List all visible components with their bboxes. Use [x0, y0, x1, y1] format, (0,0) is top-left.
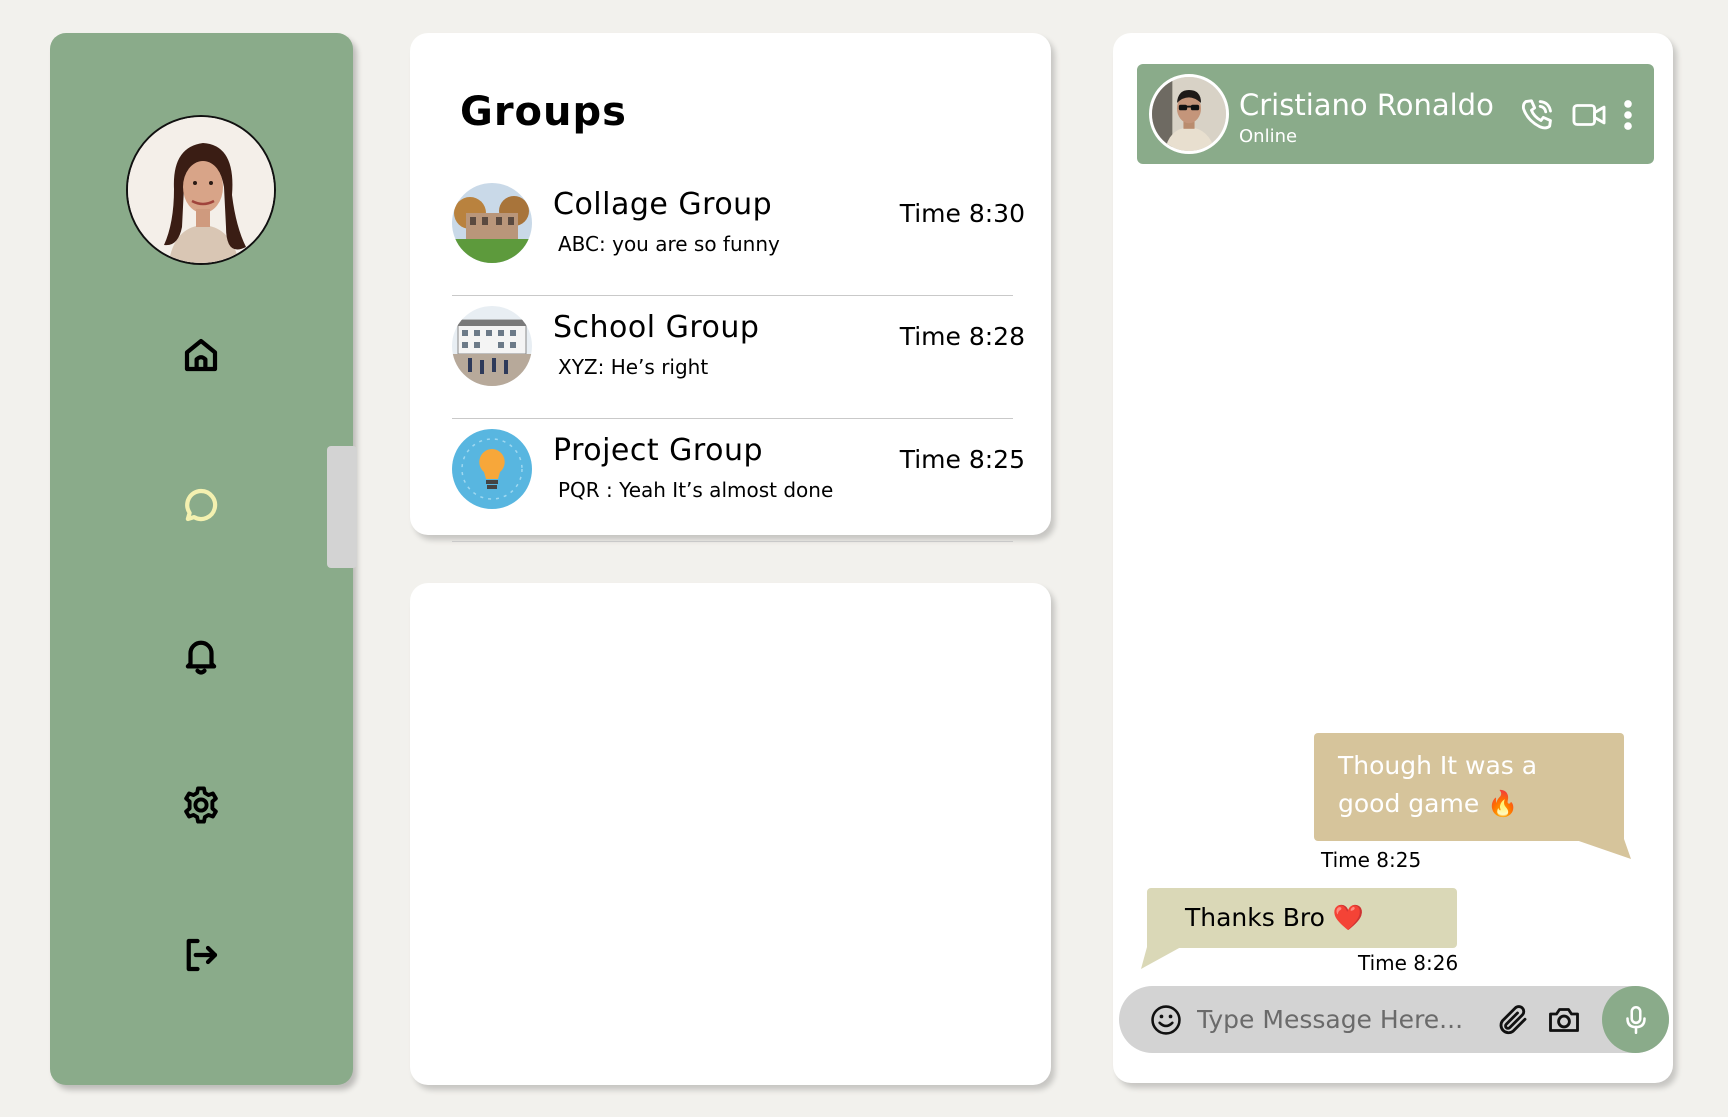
group-item-project[interactable]: Project Group PQR : Yeah It’s almost don…	[452, 419, 1025, 542]
empty-panel	[410, 583, 1051, 1085]
sidebar-scroll-handle[interactable]	[327, 446, 357, 568]
message-input[interactable]	[1197, 998, 1467, 1040]
group-time: Time 8:28	[899, 322, 1025, 351]
group-item-school[interactable]: School Group XYZ: He’s right Time 8:28	[452, 296, 1025, 419]
sidebar-item-chats[interactable]	[176, 480, 226, 530]
group-name: Project Group	[553, 433, 764, 468]
groups-title: Groups	[460, 89, 627, 135]
emoji-button[interactable]	[1149, 1003, 1183, 1037]
chat-panel: Cristiano Ronaldo Online Though It was a…	[1113, 33, 1673, 1083]
groups-panel: Groups Collage Group ABC: you are so fun…	[410, 33, 1051, 542]
group-avatar	[452, 306, 532, 386]
contact-name: Cristiano Ronaldo	[1239, 88, 1494, 122]
message-time: Time 8:25	[1321, 848, 1422, 872]
group-time: Time 8:30	[899, 199, 1025, 228]
group-last-message: PQR : Yeah It’s almost done	[558, 478, 834, 502]
gear-icon	[184, 786, 218, 824]
sidebar	[50, 33, 357, 1085]
profile-avatar-image	[128, 117, 274, 263]
contact-status: Online	[1239, 126, 1298, 147]
group-item-collage[interactable]: Collage Group ABC: you are so funny Time…	[452, 173, 1025, 296]
group-name: School Group	[553, 310, 760, 345]
smiley-icon	[1151, 1005, 1181, 1035]
message-bubble-outgoing: Though It was a good game 🔥	[1314, 733, 1624, 841]
camera-icon	[1549, 1008, 1579, 1032]
group-last-message: ABC: you are so funny	[558, 232, 780, 256]
group-time: Time 8:25	[899, 445, 1025, 474]
phone-icon	[1521, 99, 1552, 130]
chat-header: Cristiano Ronaldo Online	[1137, 64, 1654, 164]
voice-message-button[interactable]	[1602, 986, 1669, 1053]
video-icon	[1572, 104, 1606, 126]
video-call-button[interactable]	[1570, 96, 1608, 134]
microphone-icon	[1625, 1005, 1646, 1034]
bell-icon	[185, 640, 217, 675]
sidebar-item-logout[interactable]	[176, 930, 226, 980]
chat-icon	[185, 488, 218, 522]
home-icon	[184, 338, 218, 372]
contact-avatar[interactable]	[1149, 74, 1229, 154]
contact-avatar-image	[1152, 77, 1226, 151]
attach-button[interactable]	[1495, 1002, 1531, 1038]
logout-icon	[186, 938, 218, 972]
bubble-tail	[1573, 839, 1631, 859]
collage-group-image	[452, 183, 532, 263]
group-avatar	[452, 183, 532, 263]
group-name: Collage Group	[553, 187, 773, 222]
camera-button[interactable]	[1545, 1002, 1583, 1038]
group-last-message: XYZ: He’s right	[558, 355, 709, 379]
more-vertical-icon	[1624, 100, 1632, 130]
sidebar-item-home[interactable]	[176, 330, 226, 380]
paperclip-icon	[1499, 1005, 1527, 1035]
voice-call-button[interactable]	[1518, 96, 1556, 134]
lightbulb-icon	[452, 429, 532, 509]
message-time: Time 8:26	[1358, 951, 1459, 975]
message-composer	[1119, 986, 1669, 1053]
group-avatar	[452, 429, 532, 509]
sidebar-item-notifications[interactable]	[176, 630, 226, 680]
sidebar-item-settings[interactable]	[176, 780, 226, 830]
message-bubble-incoming: Thanks Bro ❤️	[1147, 888, 1457, 948]
more-options-button[interactable]	[1618, 96, 1638, 134]
school-group-image	[452, 306, 532, 386]
bubble-tail	[1141, 947, 1181, 969]
profile-avatar[interactable]	[126, 115, 276, 265]
